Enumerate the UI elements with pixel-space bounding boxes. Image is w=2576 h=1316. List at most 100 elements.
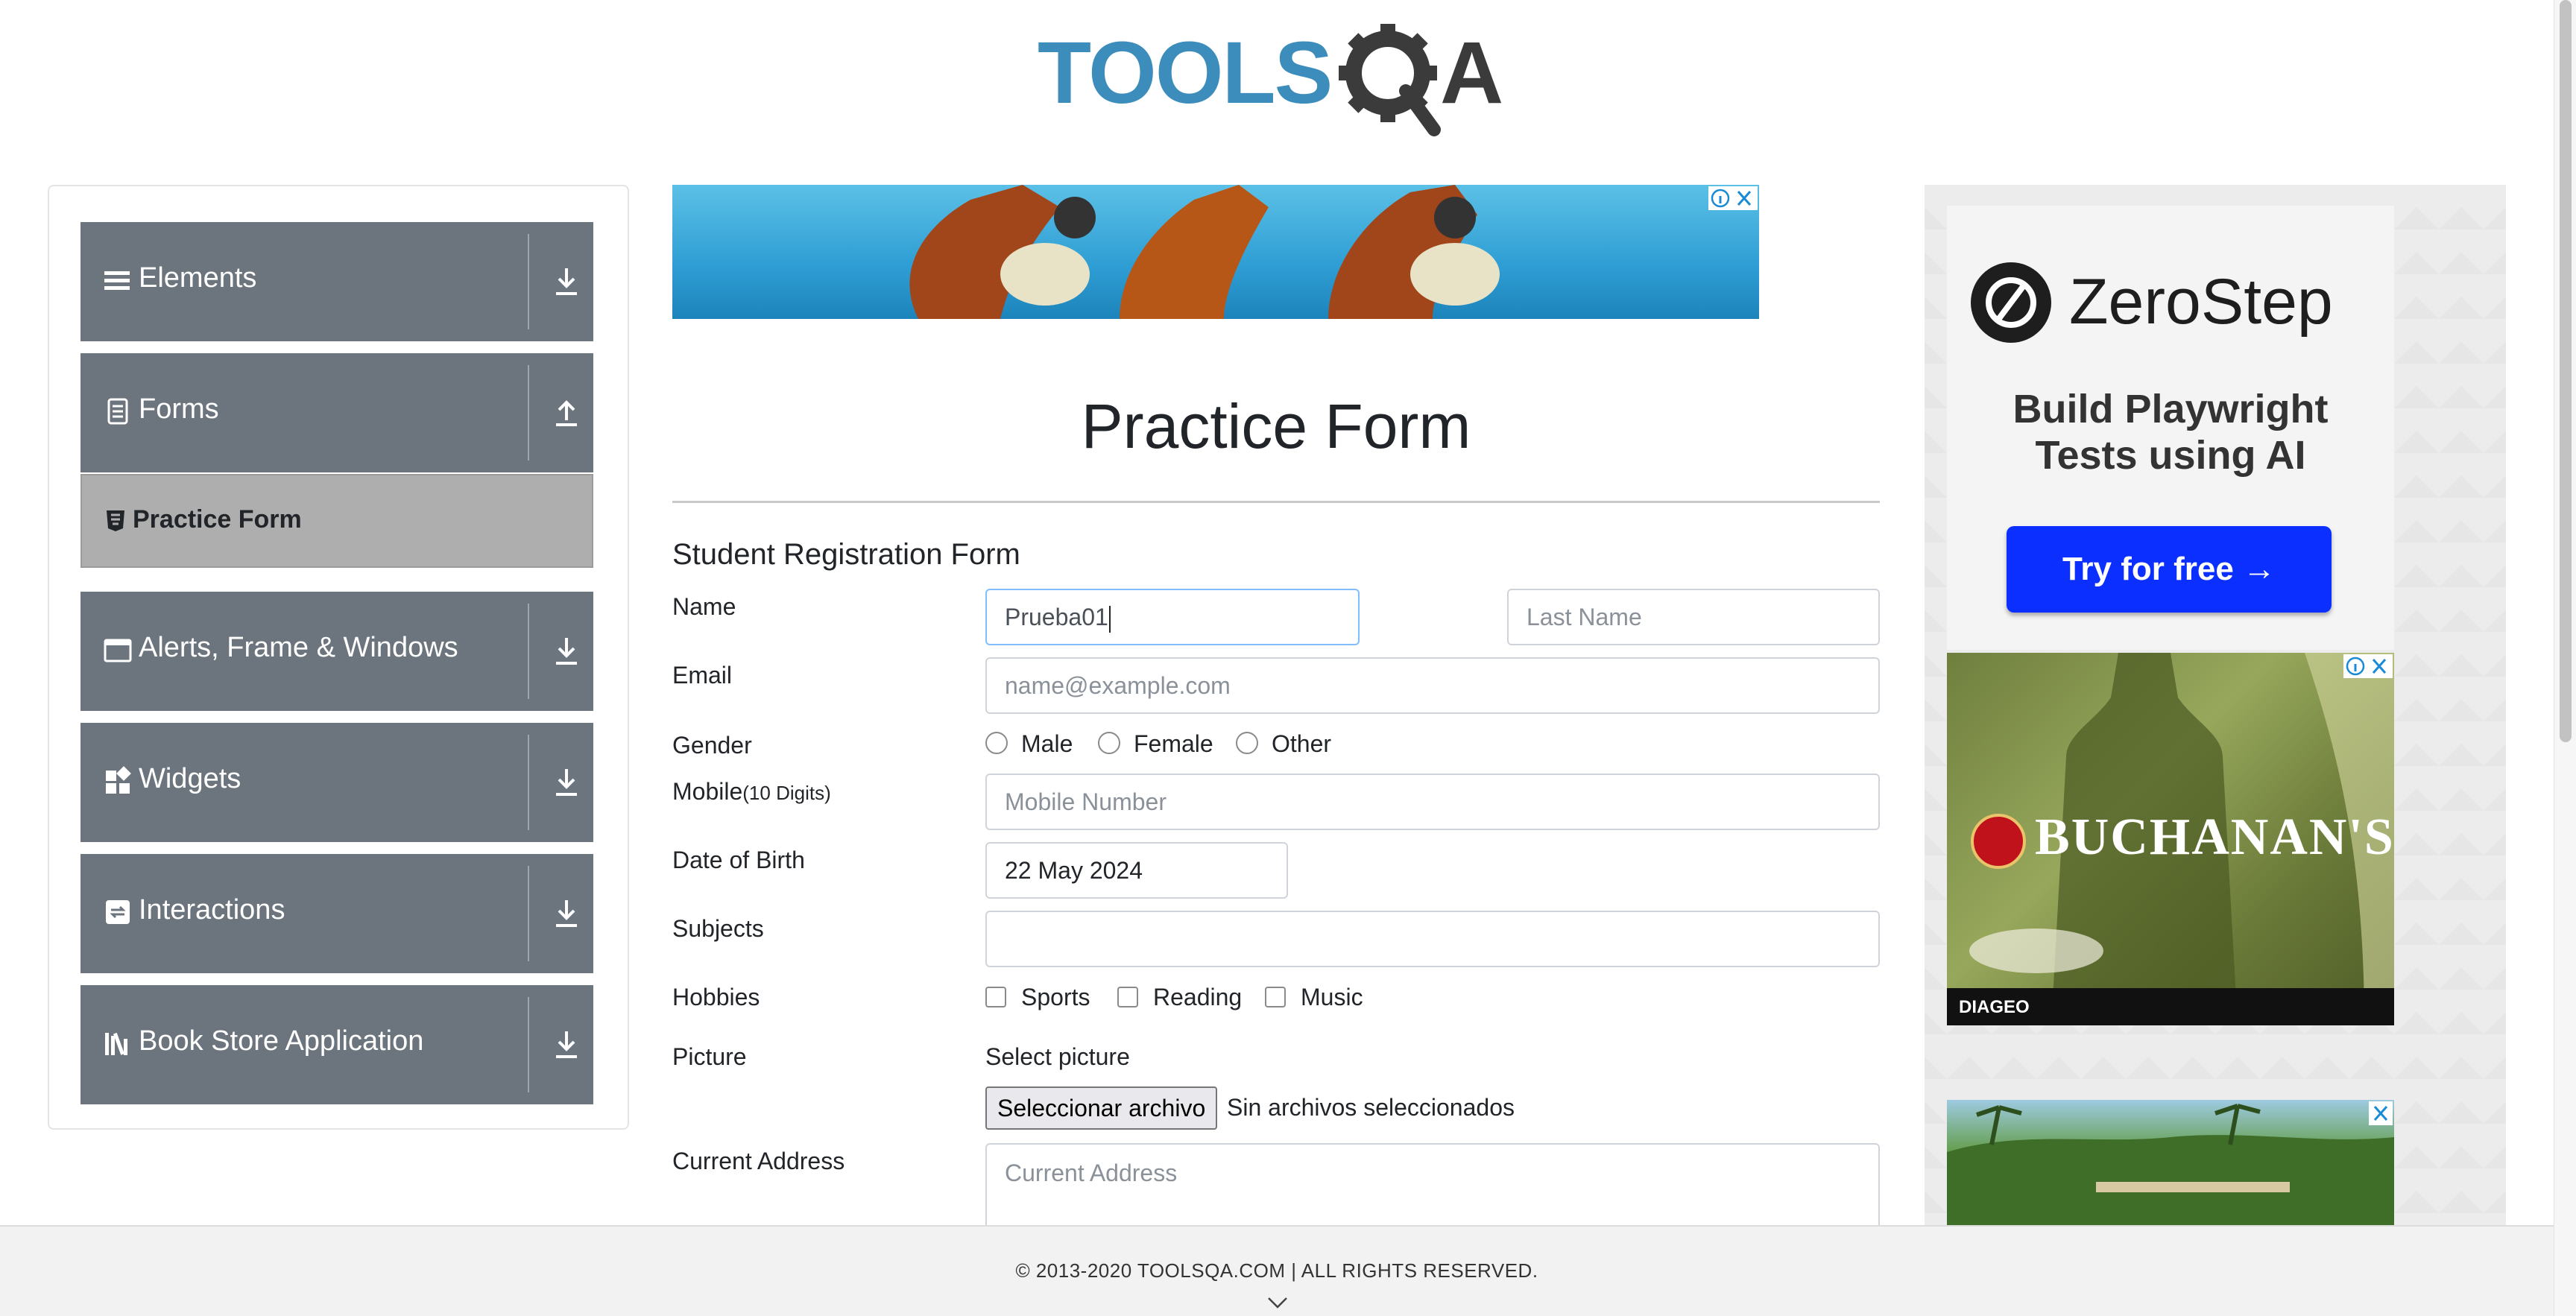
ad-choices-badge[interactable] — [1708, 186, 1758, 210]
gender-other-radio[interactable] — [1236, 732, 1258, 754]
subjects-label: Subjects — [672, 915, 764, 942]
zerostep-mark-icon — [1986, 277, 2036, 328]
ad-close-icon[interactable] — [2369, 1101, 2393, 1125]
diageo-brand: DIAGEO — [1959, 997, 2030, 1017]
sidebar-group-label: Interactions — [139, 894, 285, 926]
sidebar-group-forms[interactable]: Forms — [80, 353, 593, 472]
first-name-value: Prueba01 — [1005, 604, 1108, 630]
gender-male-label[interactable]: Male — [1021, 730, 1073, 758]
gender-female-label[interactable]: Female — [1134, 730, 1213, 758]
page-title: Practice Form — [1081, 391, 1471, 461]
sidebar-group-label: Widgets — [139, 763, 242, 794]
subjects-input[interactable] — [985, 911, 1880, 967]
sidebar-group-label: Book Store Application — [139, 1025, 424, 1057]
interactions-icon — [106, 900, 130, 924]
hobby-sports-checkbox[interactable] — [985, 987, 1006, 1007]
gender-other-label[interactable]: Other — [1272, 730, 1331, 758]
email-label: Email — [672, 662, 733, 689]
toolsqa-logo-image: TOOLS A — [1038, 24, 1503, 136]
mobile-label: Mobile(10 Digits) — [672, 778, 831, 806]
buchanans-seal-icon — [1971, 814, 2026, 869]
name-label: Name — [672, 593, 736, 620]
arrow-down-icon[interactable] — [550, 896, 583, 931]
divider — [528, 997, 529, 1092]
sidebar-group-alerts[interactable]: Alerts, Frame & Windows — [80, 592, 593, 711]
sidebar-group-label: Elements — [139, 262, 257, 294]
form-title: Student Registration Form — [672, 538, 1020, 571]
choose-file-button[interactable]: Seleccionar archivo — [985, 1086, 1218, 1130]
dob-label: Date of Birth — [672, 847, 805, 873]
widgets-icon — [106, 766, 131, 794]
mobile-label-note: (10 Digits) — [742, 782, 831, 804]
zerostep-brand: ZeroStep — [2069, 266, 2333, 338]
try-for-free-button[interactable]: Try for free → — [2007, 526, 2332, 613]
hobby-reading-checkbox[interactable] — [1117, 987, 1138, 1007]
divider — [528, 866, 529, 961]
ad-bottles-image — [909, 185, 1500, 319]
divider — [528, 735, 529, 830]
address-label: Current Address — [672, 1148, 845, 1174]
zerostep-tagline: Build Playwright Tests using AI — [1947, 386, 2394, 478]
ad-choices-badge[interactable] — [2343, 654, 2393, 678]
zerostep-tagline-line1: Build Playwright — [2012, 387, 2329, 431]
arrow-up-icon[interactable] — [550, 395, 583, 431]
sidebar: Elements Forms Practice Form Alerts, Fra… — [48, 185, 629, 1130]
hobby-music-label[interactable]: Music — [1301, 984, 1363, 1011]
hobby-music-checkbox[interactable] — [1265, 987, 1286, 1007]
svg-text:A: A — [1440, 24, 1503, 122]
file-status-text: Sin archivos seleccionados — [1227, 1094, 1515, 1121]
svg-text:TOOLS: TOOLS — [1038, 24, 1331, 122]
sidebar-group-widgets[interactable]: Widgets — [80, 723, 593, 842]
mobile-label-text: Mobile — [672, 778, 743, 805]
last-name-input[interactable]: Last Name — [1507, 589, 1880, 645]
gender-male-radio[interactable] — [985, 732, 1008, 754]
first-name-input[interactable]: Prueba01 — [985, 589, 1360, 645]
ad-close-icon[interactable] — [1708, 186, 1758, 210]
picture-label: Picture — [672, 1043, 747, 1070]
top-ad-banner[interactable] — [672, 185, 1759, 319]
page-scrollbar[interactable] — [2554, 0, 2576, 1316]
gender-label: Gender — [672, 732, 752, 759]
document-icon — [107, 398, 128, 425]
sidebar-item-label: Practice Form — [133, 505, 302, 534]
arrow-down-icon[interactable] — [550, 765, 583, 800]
hamburger-icon — [104, 271, 130, 290]
zerostep-logo-icon — [1971, 262, 2051, 343]
sidebar-group-interactions[interactable]: Interactions — [80, 854, 593, 973]
footer: © 2013-2020 TOOLSQA.COM | ALL RIGHTS RES… — [0, 1225, 2554, 1316]
sidebar-item-practice-form[interactable]: Practice Form — [80, 474, 593, 568]
resort-palms-image — [1947, 1104, 2394, 1227]
toolsqa-logo[interactable]: TOOLS A — [1038, 21, 1521, 140]
text-caret — [1108, 605, 1111, 633]
dob-input[interactable]: 22 May 2024 — [985, 842, 1288, 899]
divider — [528, 234, 529, 329]
ad-close-badge[interactable] — [2369, 1101, 2393, 1125]
sidebar-group-label: Forms — [139, 393, 219, 425]
select-picture-text: Select picture — [985, 1043, 1130, 1070]
divider — [528, 365, 529, 461]
divider — [528, 604, 529, 699]
arrow-down-icon[interactable] — [550, 633, 583, 669]
chevron-down-icon[interactable] — [1267, 1295, 1288, 1310]
sidebar-group-label: Alerts, Frame & Windows — [139, 632, 458, 663]
resort-ad[interactable] — [1947, 1100, 2394, 1227]
window-icon — [104, 639, 132, 662]
library-icon — [105, 1032, 127, 1055]
zerostep-tagline-line2: Tests using AI — [2035, 433, 2306, 478]
ad-close-icon[interactable] — [2343, 654, 2393, 678]
buchanans-brand: BUCHANAN'S — [2035, 809, 2395, 866]
hobbies-label: Hobbies — [672, 984, 760, 1010]
hobby-reading-label[interactable]: Reading — [1153, 984, 1242, 1011]
mobile-input[interactable]: Mobile Number — [985, 774, 1880, 830]
hobby-sports-label[interactable]: Sports — [1021, 984, 1090, 1011]
sidebar-group-book-store[interactable]: Book Store Application — [80, 985, 593, 1104]
footer-copyright: © 2013-2020 TOOLSQA.COM | ALL RIGHTS RES… — [1015, 1259, 1538, 1282]
gender-female-radio[interactable] — [1098, 732, 1120, 754]
sidebar-group-elements[interactable]: Elements — [80, 222, 593, 341]
arrow-down-icon[interactable] — [550, 1027, 583, 1063]
html5-icon — [107, 510, 124, 531]
scrollbar-thumb[interactable] — [2560, 0, 2572, 742]
arrow-down-icon[interactable] — [550, 264, 583, 300]
email-input[interactable]: name@example.com — [985, 657, 1880, 714]
title-divider — [672, 501, 1880, 503]
